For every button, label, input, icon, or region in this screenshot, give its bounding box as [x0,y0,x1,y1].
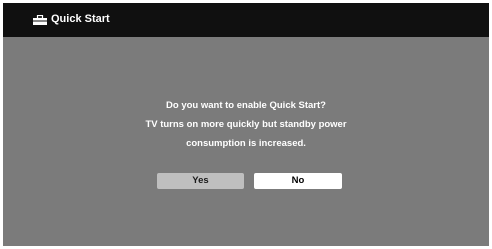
dialog-message-line: TV turns on more quickly but standby pow… [145,119,347,130]
dialog-message-line: consumption is increased. [186,138,306,149]
dialog-message: Do you want to enable Quick Start? TV tu… [3,96,489,153]
title-bar: Quick Start [3,3,489,37]
tv-screen: Quick Start Do you want to enable Quick … [3,3,489,246]
toolbox-icon [33,15,47,25]
dialog-message-line: Do you want to enable Quick Start? [166,100,326,111]
no-button[interactable]: No [254,173,342,189]
page-title: Quick Start [51,13,110,25]
yes-button[interactable]: Yes [157,173,244,189]
